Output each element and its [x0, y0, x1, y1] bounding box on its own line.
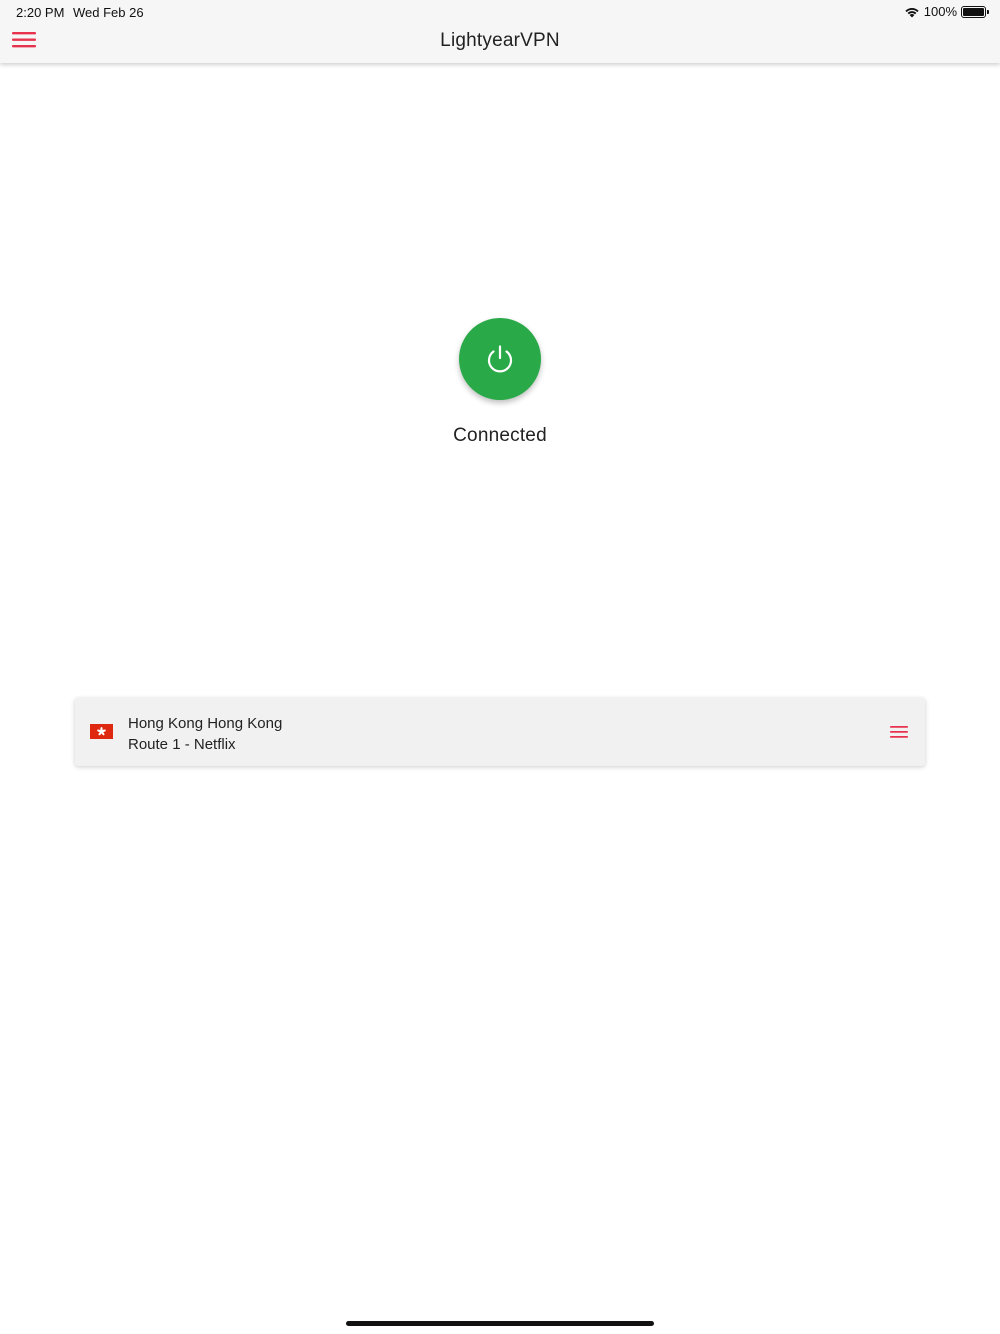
status-date: Wed Feb 26 [73, 5, 144, 20]
status-time: 2:20 PM [16, 5, 65, 20]
app-title: LightyearVPN [440, 30, 560, 51]
list-menu-icon[interactable] [890, 725, 909, 739]
power-icon [487, 345, 513, 373]
hong-kong-flag-icon [90, 724, 113, 739]
battery-percent: 100% [923, 4, 957, 19]
server-selector[interactable]: Hong Kong Hong Kong Route 1 - Netflix [75, 698, 925, 766]
home-indicator[interactable] [346, 1321, 654, 1326]
connection-status: Connected [453, 425, 547, 446]
server-route: Route 1 - Netflix [128, 736, 236, 753]
hamburger-menu-icon[interactable] [12, 30, 37, 50]
top-bar: 2:20 PM Wed Feb 26 100% LightyearVPN [0, 0, 1000, 63]
battery-icon [961, 5, 989, 18]
wifi-icon [905, 7, 919, 17]
status-indicators: 100% [904, 4, 989, 19]
power-button[interactable] [459, 318, 541, 400]
server-name: Hong Kong Hong Kong [128, 715, 283, 732]
